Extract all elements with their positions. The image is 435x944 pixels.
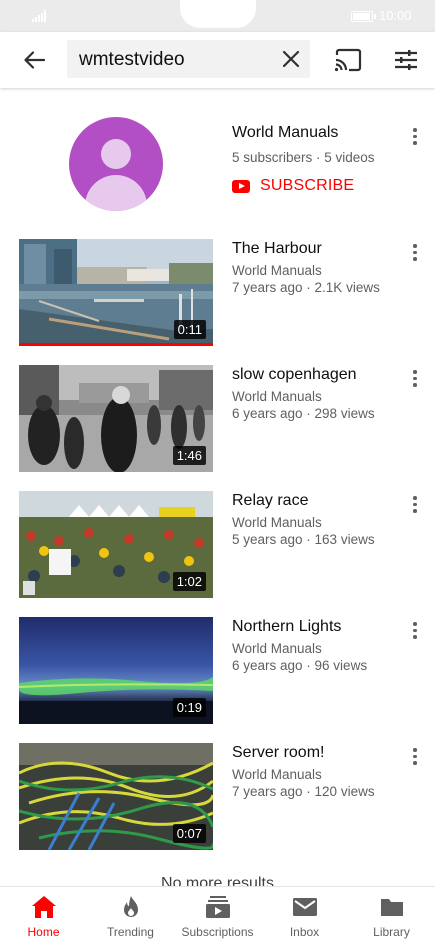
video-title[interactable]: Server room!	[232, 744, 324, 762]
battery-icon	[351, 11, 376, 22]
bottom-navigation: Home Trending Subscriptions Inbox Librar…	[0, 886, 435, 944]
video-more-button[interactable]	[409, 495, 421, 515]
filter-button[interactable]	[392, 46, 420, 74]
video-thumbnail[interactable]: 0:19	[19, 617, 213, 724]
video-meta: 6 years ago · 96 views	[232, 658, 368, 673]
video-title[interactable]: slow copenhagen	[232, 366, 357, 384]
video-meta: 5 years ago · 163 views	[232, 532, 375, 547]
avatar-head	[101, 139, 131, 169]
video-item[interactable]: 1:02 Relay race World Manuals 5 years ag…	[0, 491, 435, 601]
video-duration: 1:46	[172, 446, 206, 465]
search-query: wmtestvideo	[79, 49, 185, 70]
arrow-left-icon	[24, 51, 45, 69]
nav-label: Library	[373, 925, 410, 939]
home-icon	[31, 896, 56, 918]
nav-home[interactable]: Home	[0, 887, 87, 944]
nav-label: Inbox	[289, 925, 320, 939]
nav-label: Trending	[107, 925, 154, 939]
video-duration: 0:07	[172, 824, 206, 843]
video-thumbnail[interactable]: 0:07	[19, 743, 213, 850]
subscriptions-icon	[205, 896, 230, 918]
watch-progress-bar	[19, 343, 213, 346]
video-item[interactable]: 0:11 The Harbour World Manuals 7 years a…	[0, 239, 435, 349]
channel-name[interactable]: World Manuals	[232, 124, 338, 142]
video-duration: 0:19	[172, 698, 206, 717]
video-channel: World Manuals	[232, 641, 322, 656]
status-time: 10:00	[379, 8, 412, 23]
nav-subscriptions[interactable]: Subscriptions	[174, 887, 261, 944]
video-channel: World Manuals	[232, 767, 322, 782]
video-channel: World Manuals	[232, 389, 322, 404]
status-bar: 10:00	[0, 0, 435, 32]
nav-label: Home	[27, 925, 60, 939]
video-thumbnail[interactable]: 1:02	[19, 491, 213, 598]
nav-label: Subscriptions	[181, 925, 254, 939]
video-title[interactable]: Relay race	[232, 492, 308, 510]
video-title[interactable]: Northern Lights	[232, 618, 341, 636]
mail-icon	[292, 898, 317, 916]
signal-icon	[32, 10, 46, 22]
flame-icon	[123, 896, 138, 917]
video-duration: 1:02	[172, 572, 206, 591]
video-channel: World Manuals	[232, 263, 322, 278]
search-input[interactable]: wmtestvideo	[67, 40, 310, 78]
video-item[interactable]: 0:07 Server room! World Manuals 7 years …	[0, 743, 435, 853]
cast-icon	[334, 48, 362, 72]
back-button[interactable]	[18, 46, 50, 74]
camera-notch	[180, 0, 256, 28]
video-meta: 7 years ago · 120 views	[232, 784, 375, 799]
folder-icon	[380, 899, 403, 916]
nav-trending[interactable]: Trending	[87, 887, 174, 944]
subscribe-button[interactable]: SUBSCRIBE	[232, 176, 354, 196]
subscribe-label: SUBSCRIBE	[260, 177, 355, 194]
video-more-button[interactable]	[409, 621, 421, 641]
video-item[interactable]: 1:46 slow copenhagen World Manuals 6 yea…	[0, 365, 435, 475]
channel-avatar[interactable]	[69, 117, 163, 211]
avatar-body	[85, 175, 147, 211]
close-icon[interactable]	[280, 48, 302, 70]
nav-inbox[interactable]: Inbox	[261, 887, 348, 944]
cast-button[interactable]	[333, 46, 363, 74]
search-header: wmtestvideo	[0, 32, 435, 88]
channel-stats: 5 subscribers · 5 videos	[232, 150, 375, 165]
video-channel: World Manuals	[232, 515, 322, 530]
video-meta: 6 years ago · 298 views	[232, 406, 375, 421]
youtube-logo-icon	[232, 179, 250, 193]
video-meta: 7 years ago · 2.1K views	[232, 280, 380, 295]
nav-library[interactable]: Library	[348, 887, 435, 944]
video-more-button[interactable]	[409, 369, 421, 389]
video-thumbnail[interactable]: 1:46	[19, 365, 213, 472]
video-title[interactable]: The Harbour	[232, 240, 322, 258]
video-thumbnail[interactable]: 0:11	[19, 239, 213, 346]
channel-more-button[interactable]	[409, 127, 421, 147]
video-duration: 0:11	[173, 320, 206, 339]
video-more-button[interactable]	[409, 243, 421, 263]
video-item[interactable]: 0:19 Northern Lights World Manuals 6 yea…	[0, 617, 435, 727]
video-more-button[interactable]	[409, 747, 421, 767]
sliders-icon	[395, 50, 417, 70]
